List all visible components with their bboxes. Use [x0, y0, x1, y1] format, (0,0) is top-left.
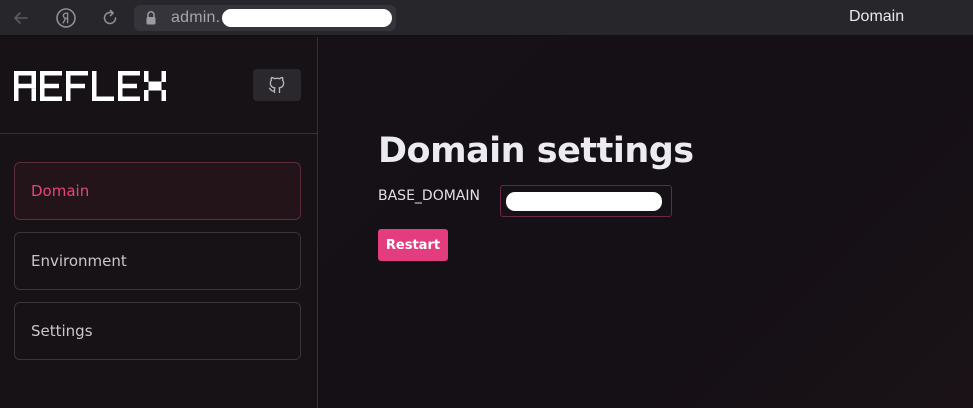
- sidebar-item-settings[interactable]: Settings: [14, 302, 301, 360]
- redacted-url-mask: [222, 9, 392, 27]
- github-button[interactable]: [253, 69, 301, 101]
- sidebar-item-label: Domain: [31, 182, 90, 200]
- yandex-button[interactable]: [54, 6, 78, 30]
- address-bar[interactable]: admin.: [134, 5, 396, 31]
- sidebar-item-label: Environment: [31, 252, 127, 270]
- reload-icon: [103, 9, 117, 25]
- arrow-left-icon: [14, 12, 28, 24]
- page-title: Domain settings: [378, 131, 694, 171]
- restart-button[interactable]: Restart: [378, 229, 448, 261]
- main-content: Domain settings BASE_DOMAIN Restart: [319, 37, 973, 408]
- reflex-logo: [14, 71, 166, 101]
- sidebar-divider: [0, 133, 317, 134]
- sidebar-item-label: Settings: [31, 322, 93, 340]
- base-domain-input[interactable]: [500, 185, 672, 217]
- base-domain-label: BASE_DOMAIN: [378, 188, 480, 204]
- url-text: admin.: [171, 9, 221, 26]
- page-tab-title: Domain: [849, 8, 905, 25]
- github-icon: [268, 76, 285, 94]
- yandex-logo-icon: [56, 8, 76, 28]
- redacted-value-mask: [506, 192, 662, 211]
- sidebar-item-environment[interactable]: Environment: [14, 232, 301, 290]
- sidebar-item-domain[interactable]: Domain: [14, 162, 301, 220]
- lock-icon: [146, 11, 156, 25]
- reload-button[interactable]: [98, 6, 122, 30]
- back-button[interactable]: [9, 6, 33, 30]
- sidebar: Domain Environment Settings: [0, 37, 318, 408]
- browser-toolbar: admin. Domain: [0, 0, 973, 36]
